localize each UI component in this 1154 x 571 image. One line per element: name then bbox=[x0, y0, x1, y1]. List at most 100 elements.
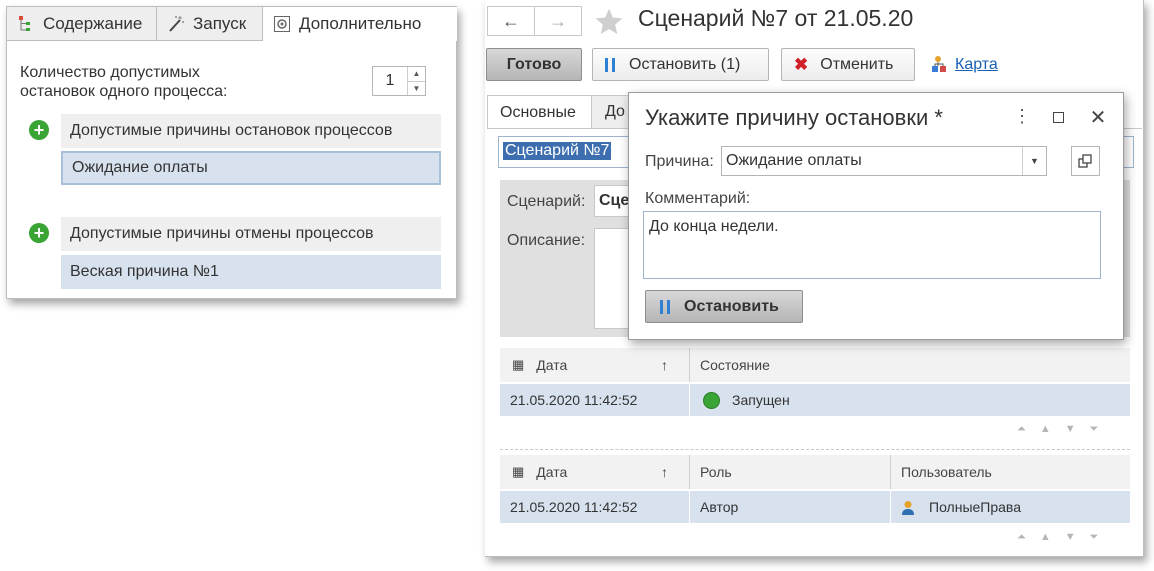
tab-additional-label: Дополнительно bbox=[299, 14, 422, 33]
sort-asc-icon: ↑ bbox=[661, 464, 668, 480]
tab-content-label: Содержание bbox=[43, 13, 143, 33]
comment-value: До конца недели. bbox=[649, 218, 779, 235]
move-top-icon[interactable]: ⏶ bbox=[1017, 423, 1040, 435]
column-state[interactable]: Состояние bbox=[689, 348, 1130, 382]
reason-select[interactable]: Ожидание оплаты ▼ bbox=[721, 146, 1047, 176]
cancel-reason-row[interactable]: Веская причина №1 bbox=[61, 255, 441, 289]
comment-textarea[interactable]: До конца недели. bbox=[643, 211, 1101, 279]
spinner-down-icon[interactable]: ▼ bbox=[407, 81, 425, 95]
tab-main-label: Основные bbox=[500, 103, 576, 121]
window-title: Сценарий №7 от 21.05.20 bbox=[638, 5, 914, 31]
max-stops-value: 1 bbox=[385, 72, 395, 89]
sort-asc-icon: ↑ bbox=[661, 357, 668, 373]
cancel-button[interactable]: ✖ Отменить bbox=[781, 48, 915, 81]
maximize-icon[interactable] bbox=[1053, 112, 1064, 123]
roles-table-header: ▦ Дата ↑ Роль Пользователь bbox=[500, 455, 1130, 489]
close-icon[interactable]: ✕ bbox=[1087, 105, 1109, 129]
row-date: 21.05.2020 11:42:52 bbox=[510, 392, 638, 408]
table-row[interactable]: 21.05.2020 11:42:52 Автор ПолныеПрава bbox=[500, 491, 1130, 523]
back-button[interactable]: ← bbox=[487, 6, 535, 36]
pause-icon bbox=[605, 57, 615, 72]
column-user-label: Пользователь bbox=[901, 464, 992, 480]
dialog-title: Укажите причину остановки * bbox=[645, 105, 943, 130]
cancel-button-label: Отменить bbox=[820, 55, 894, 73]
row-state: Запущен bbox=[689, 384, 1130, 416]
roles-nav-arrows[interactable]: ⏶▲▼⏷ bbox=[1017, 531, 1112, 544]
confirm-stop-button[interactable]: Остановить bbox=[645, 290, 803, 323]
tab-additional[interactable]: Дополнительно bbox=[262, 7, 457, 41]
user-icon bbox=[901, 500, 915, 515]
status-green-icon bbox=[703, 391, 720, 409]
divider bbox=[500, 449, 1130, 450]
tab-launch[interactable]: Запуск bbox=[156, 7, 263, 41]
row-user-label: ПолныеПрава bbox=[929, 499, 1021, 515]
cancel-reasons-header: Допустимые причины отмены процессов bbox=[61, 217, 441, 251]
open-reason-button[interactable] bbox=[1071, 146, 1100, 176]
max-stops-label: Количество допустимых остановок одного п… bbox=[20, 64, 228, 100]
move-down-icon[interactable]: ▼ bbox=[1065, 531, 1090, 543]
star-icon[interactable] bbox=[593, 6, 625, 38]
chevron-down-icon[interactable]: ▼ bbox=[1022, 147, 1046, 175]
stop-reason-row[interactable]: Ожидание оплаты bbox=[61, 151, 441, 185]
stop-button-label: Остановить (1) bbox=[629, 55, 741, 73]
column-user[interactable]: Пользователь bbox=[890, 455, 1130, 489]
add-cancel-reason-icon[interactable]: + bbox=[29, 223, 49, 243]
move-up-icon[interactable]: ▲ bbox=[1040, 423, 1065, 435]
close-red-icon: ✖ bbox=[794, 54, 809, 74]
row-role: Автор bbox=[689, 491, 891, 523]
column-date-roles-label: Дата bbox=[536, 464, 568, 480]
row-user: ПолныеПрава bbox=[890, 491, 1130, 523]
column-state-label: Состояние bbox=[700, 357, 770, 373]
more-icon[interactable]: ⋮ bbox=[1013, 107, 1031, 127]
stop-reason-dialog: Укажите причину остановки * ⋮ ✕ Причина:… bbox=[628, 92, 1124, 340]
reason-label: Причина: bbox=[645, 153, 714, 170]
tab-main[interactable]: Основные bbox=[487, 95, 592, 129]
column-role[interactable]: Роль bbox=[689, 455, 891, 489]
gear-icon bbox=[273, 15, 291, 33]
tab-content[interactable]: Содержание bbox=[6, 7, 157, 41]
tab-launch-label: Запуск bbox=[193, 13, 247, 33]
arrow-left-icon: ← bbox=[502, 10, 520, 31]
column-date[interactable]: ▦ Дата ↑ bbox=[512, 348, 690, 382]
name-field-value: Сценарий №7 bbox=[503, 142, 612, 160]
row-date: 21.05.2020 11:42:52 bbox=[510, 499, 638, 515]
map-link[interactable]: Карта bbox=[955, 56, 998, 74]
move-bottom-icon[interactable]: ⏷ bbox=[1090, 423, 1113, 435]
forward-button[interactable]: → bbox=[534, 6, 582, 36]
tab-additional-main-label: До bbox=[605, 103, 625, 120]
move-top-icon[interactable]: ⏶ bbox=[1017, 531, 1040, 543]
wand-icon bbox=[167, 15, 185, 33]
open-window-icon bbox=[1078, 154, 1092, 168]
scenario-value: Сце bbox=[599, 192, 630, 209]
spinner-up-icon[interactable]: ▲ bbox=[407, 67, 425, 81]
reason-value: Ожидание оплаты bbox=[726, 152, 862, 169]
confirm-stop-label: Остановить bbox=[684, 297, 779, 315]
calendar-icon: ▦ bbox=[512, 357, 525, 372]
stop-reasons-header: Допустимые причины остановок процессов bbox=[61, 114, 441, 148]
states-nav-arrows[interactable]: ⏶▲▼⏷ bbox=[1017, 423, 1112, 436]
move-up-icon[interactable]: ▲ bbox=[1040, 531, 1065, 543]
arrow-right-icon: → bbox=[549, 10, 567, 31]
column-date-label: Дата bbox=[536, 357, 568, 373]
max-stops-spinner[interactable]: 1 ▲ ▼ bbox=[372, 66, 426, 96]
move-down-icon[interactable]: ▼ bbox=[1065, 423, 1090, 435]
tree-icon bbox=[17, 15, 35, 33]
table-row[interactable]: 21.05.2020 11:42:52 Запущен bbox=[500, 384, 1130, 416]
ready-button[interactable]: Готово bbox=[486, 48, 582, 81]
settings-panel: Содержание Запуск Дополнительно Количест… bbox=[6, 6, 457, 299]
add-stop-reason-icon[interactable]: + bbox=[29, 120, 49, 140]
scenario-label: Сценарий: bbox=[507, 193, 586, 210]
states-table-header: ▦ Дата ↑ Состояние bbox=[500, 348, 1130, 382]
move-bottom-icon[interactable]: ⏷ bbox=[1090, 531, 1113, 543]
ready-button-label: Готово bbox=[506, 55, 562, 73]
stop-button[interactable]: Остановить (1) bbox=[592, 48, 769, 81]
column-date-roles[interactable]: ▦ Дата ↑ bbox=[512, 455, 690, 489]
row-state-label: Запущен bbox=[732, 392, 790, 408]
comment-label: Комментарий: bbox=[645, 190, 751, 207]
pause-icon bbox=[660, 299, 670, 314]
map-icon bbox=[929, 55, 949, 75]
tab-additional-main[interactable]: До bbox=[591, 95, 631, 129]
calendar-icon: ▦ bbox=[512, 464, 525, 479]
description-label: Описание: bbox=[507, 232, 586, 249]
column-role-label: Роль bbox=[700, 464, 732, 480]
